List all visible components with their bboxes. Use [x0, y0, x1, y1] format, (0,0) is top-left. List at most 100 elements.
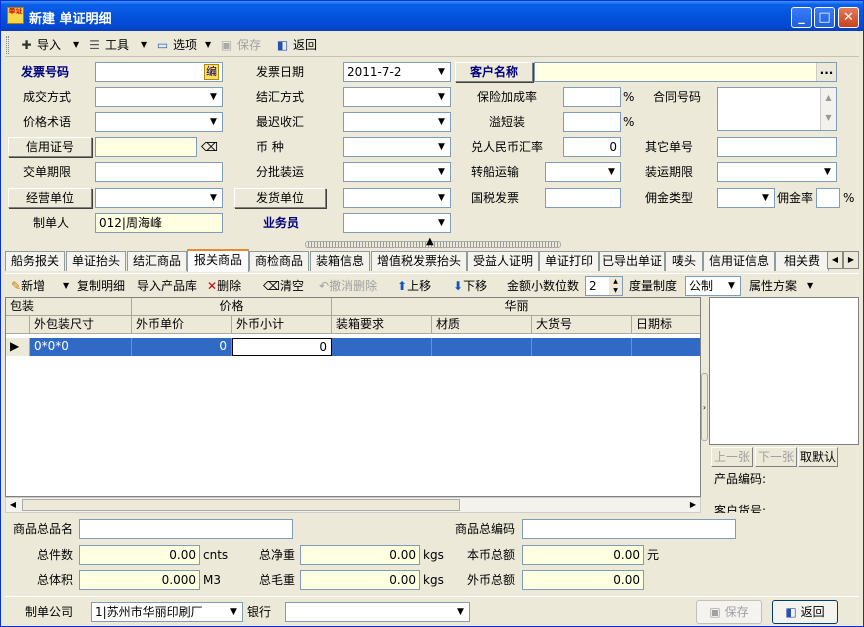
settle-method-select[interactable]: ▼: [343, 87, 451, 107]
chevron-down-icon[interactable]: ▼: [205, 113, 222, 131]
panel-splitter-icon[interactable]: ›: [701, 373, 708, 441]
customer-lookup-button[interactable]: ...: [816, 63, 836, 81]
tax-invoice-input[interactable]: [545, 188, 621, 208]
partial-ship-select[interactable]: ▼: [343, 162, 451, 182]
scroll-left-icon[interactable]: ◀: [6, 498, 20, 512]
delivery-term-input[interactable]: [95, 162, 223, 182]
cell-date-mark[interactable]: [632, 338, 700, 356]
footer-save-button[interactable]: ▣ 保存: [696, 600, 762, 624]
cell-outer-size[interactable]: 0*0*0: [30, 338, 132, 356]
get-default-button[interactable]: 取默认: [798, 447, 838, 467]
import-product-lib-button[interactable]: 导入产品库: [137, 277, 197, 295]
price-term-select[interactable]: ▼: [95, 112, 223, 132]
contract-no-input[interactable]: ▲ ▼: [717, 87, 837, 131]
chevron-down-icon[interactable]: ▼: [723, 277, 740, 295]
lc-no-input[interactable]: [95, 137, 197, 157]
lc-no-button[interactable]: 信用证号: [8, 137, 92, 157]
ship-term-select[interactable]: ▼: [717, 162, 837, 182]
chevron-down-icon[interactable]: ▼: [225, 603, 242, 621]
next-image-button[interactable]: 下一张: [755, 447, 797, 467]
bank-select[interactable]: ▼: [285, 602, 470, 622]
import-dropdown-icon[interactable]: ▼: [73, 36, 79, 54]
toolbar-back-button[interactable]: ◧ 返回: [275, 36, 317, 54]
insurance-rate-input[interactable]: [563, 87, 621, 107]
commission-type-select[interactable]: ▼: [717, 188, 775, 208]
tab-settle-goods[interactable]: 结汇商品: [127, 251, 187, 271]
chevron-down-icon[interactable]: ▼: [433, 189, 450, 207]
maximize-button[interactable]: □: [814, 7, 835, 28]
operator-unit-select[interactable]: ▼: [95, 188, 223, 208]
shipper-unit-select[interactable]: ▼: [343, 188, 451, 208]
toolbar-save-button[interactable]: ▣ 保存: [219, 36, 261, 54]
measure-select[interactable]: 公制 ▼: [685, 276, 741, 296]
product-grid[interactable]: 包装 价格 华丽 外包装尺寸 外币单价 外币小计 装箱要求 材质 大货号 日期标…: [5, 297, 701, 497]
move-up-button[interactable]: ⬆上移: [397, 277, 431, 295]
chevron-down-icon[interactable]: ▼: [757, 189, 774, 207]
tab-scroll-right-icon[interactable]: ▶: [843, 251, 859, 269]
title-bar[interactable]: 单证 新建 单证明细 _ □ ✕: [1, 1, 863, 31]
collapse-up-icon[interactable]: ▲: [426, 237, 434, 247]
close-button[interactable]: ✕: [838, 7, 859, 28]
operator-unit-button[interactable]: 经营单位: [8, 188, 92, 208]
cell-unit-price[interactable]: 0: [132, 338, 232, 356]
overshort-input[interactable]: [563, 112, 621, 132]
col-header-subtotal[interactable]: 外币小计: [232, 316, 332, 334]
footer-back-button[interactable]: ◧ 返回: [772, 600, 838, 624]
copy-detail-button[interactable]: 复制明细: [77, 277, 125, 295]
decimals-spinner[interactable]: 2 ▲ ▼: [585, 276, 623, 296]
tab-shipping-customs[interactable]: 船务报关: [5, 251, 65, 271]
product-name-input[interactable]: [79, 519, 293, 539]
chevron-down-icon[interactable]: ▼: [205, 189, 222, 207]
grid-horizontal-scrollbar[interactable]: ◀ ▶: [5, 497, 701, 513]
tab-lc-info[interactable]: 信用证信息: [703, 251, 775, 271]
tab-exported-docs[interactable]: 已导出单证: [599, 251, 665, 271]
chevron-down-icon[interactable]: ▼: [819, 163, 836, 181]
tab-doc-header[interactable]: 单证抬头: [66, 251, 126, 271]
tab-doc-print[interactable]: 单证打印: [539, 251, 599, 271]
tools-button[interactable]: ☰ 工具: [87, 36, 129, 54]
chevron-down-icon[interactable]: ▼: [433, 113, 450, 131]
eraser-icon[interactable]: ⌫: [201, 137, 218, 157]
chevron-down-icon[interactable]: ▼: [452, 603, 469, 621]
col-header-material[interactable]: 材质: [432, 316, 532, 334]
tab-shipping-marks[interactable]: 唛头: [665, 251, 703, 271]
move-down-button[interactable]: ⬇下移: [453, 277, 487, 295]
cell-bulk-no[interactable]: [532, 338, 632, 356]
col-header-bulk-no[interactable]: 大货号: [532, 316, 632, 334]
chevron-down-icon[interactable]: ▼: [433, 138, 450, 156]
transship-select[interactable]: ▼: [545, 162, 621, 182]
col-header-date-mark[interactable]: 日期标: [632, 316, 700, 334]
customer-name-input[interactable]: ...: [534, 62, 837, 82]
import-button[interactable]: ✚ 导入: [19, 36, 61, 54]
chevron-down-icon[interactable]: ▼: [205, 88, 222, 106]
chevron-down-icon[interactable]: ▼: [433, 163, 450, 181]
latest-settle-select[interactable]: ▼: [343, 112, 451, 132]
auto-number-button[interactable]: 编: [204, 64, 219, 80]
commission-rate-input[interactable]: [816, 188, 840, 208]
row-pointer-icon[interactable]: ▶: [6, 338, 30, 356]
tools-dropdown-icon[interactable]: ▼: [141, 36, 147, 54]
spinner-arrows-icon[interactable]: ▲ ▼: [609, 277, 622, 295]
chevron-down-icon[interactable]: ▼: [433, 88, 450, 106]
add-row-button[interactable]: ✎新增: [11, 277, 45, 295]
add-dropdown-icon[interactable]: ▼: [63, 277, 69, 295]
chevron-down-icon[interactable]: ▼: [603, 163, 620, 181]
deal-method-select[interactable]: ▼: [95, 87, 223, 107]
chevron-down-icon[interactable]: ▼: [433, 214, 450, 232]
product-code-total-input[interactable]: [522, 519, 736, 539]
rmb-rate-input[interactable]: 0: [563, 137, 621, 157]
minimize-button[interactable]: _: [791, 7, 812, 28]
cell-material[interactable]: [432, 338, 532, 356]
prev-image-button[interactable]: 上一张: [711, 447, 753, 467]
tab-vat-invoice-header[interactable]: 增值税发票抬头: [371, 251, 467, 271]
other-no-input[interactable]: [717, 137, 837, 157]
invoice-date-picker[interactable]: 2011-7-2 ▼: [343, 62, 451, 82]
shipper-unit-button[interactable]: 发货单位: [234, 188, 326, 208]
col-header-unit-price[interactable]: 外币单价: [132, 316, 232, 334]
options-button[interactable]: ▭ 选项: [155, 36, 197, 54]
col-header-outer-size[interactable]: 外包装尺寸: [30, 316, 132, 334]
tab-scroll-left-icon[interactable]: ◀: [827, 251, 843, 269]
salesman-select[interactable]: ▼: [343, 213, 451, 233]
options-dropdown-icon[interactable]: ▼: [205, 36, 211, 54]
date-dropdown-icon[interactable]: ▼: [433, 63, 450, 81]
